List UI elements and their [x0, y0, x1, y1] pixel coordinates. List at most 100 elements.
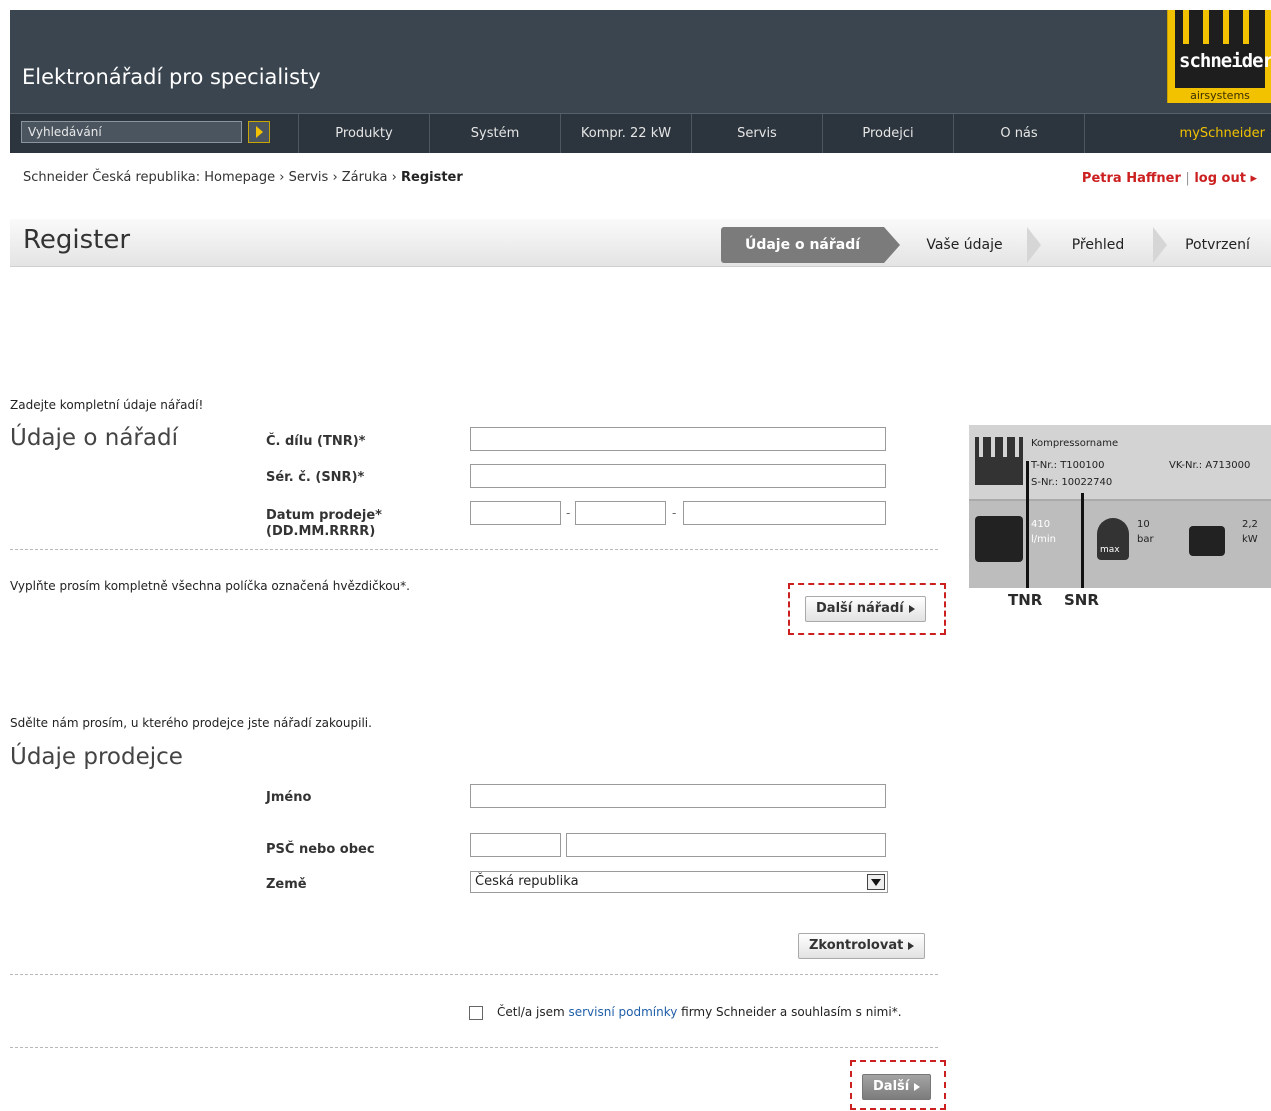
snr-input[interactable]: [470, 464, 886, 488]
plate-power-unit: kW: [1242, 534, 1258, 545]
plate-motor-icon: [1189, 526, 1225, 556]
next-button-label: Další: [873, 1079, 910, 1094]
sale-date-day-input[interactable]: [470, 501, 561, 525]
date-separator: -: [672, 506, 677, 520]
breadcrumb-link-homepage[interactable]: Homepage: [204, 170, 275, 185]
dealer-country-label: Země: [266, 877, 307, 892]
step-prehled: Přehled: [1071, 237, 1125, 253]
next-button[interactable]: Další: [862, 1074, 932, 1100]
arrow-right-icon: [908, 604, 915, 613]
divider: [10, 1047, 938, 1048]
site-tagline: Elektronářadí pro specialisty: [22, 65, 321, 89]
step-udaje-o-naradi: Údaje o nářadí: [721, 227, 884, 263]
dealer-hint: Sdělte nám prosím, u kterého prodejce js…: [10, 716, 372, 730]
breadcrumb-link-zaruka[interactable]: Záruka: [342, 170, 388, 185]
logo-mark: schneider: [1175, 10, 1271, 88]
plate-pressure-unit: bar: [1137, 534, 1154, 545]
next-tool-button-label: Další nářadí: [816, 601, 904, 616]
nav-item-system[interactable]: Systém: [429, 114, 560, 153]
tool-hint: Zadejte kompletní údaje nářadí!: [10, 398, 204, 412]
search-submit-arrow-icon[interactable]: [248, 121, 270, 143]
terms-link[interactable]: servisní podmínky: [568, 1005, 677, 1019]
terms-text-after: firmy Schneider a souhlasím s nimi*.: [677, 1005, 902, 1019]
user-menu: Petra Haffner | log out ▸: [1082, 171, 1257, 186]
sale-date-label-line1: Datum prodeje*: [266, 508, 382, 523]
next-tool-button[interactable]: Další nářadí: [805, 596, 926, 622]
terms-text-before: Četl/a jsem: [497, 1005, 569, 1019]
dealer-name-input[interactable]: [470, 784, 886, 808]
breadcrumb-current: Register: [401, 170, 463, 185]
check-button-label: Zkontrolovat: [809, 938, 904, 953]
tnr-input[interactable]: [470, 427, 886, 451]
arrow-right-icon: [908, 941, 915, 950]
tnr-tag: TNR: [1008, 591, 1043, 609]
nav-item-o-nas[interactable]: O nás: [953, 114, 1084, 153]
dealer-city-input[interactable]: [566, 833, 886, 857]
plate-pressure: 10: [1137, 519, 1150, 530]
breadcrumb-separator: ›: [332, 170, 338, 185]
search-input[interactable]: Vyhledávání: [21, 121, 242, 143]
sale-date-label-line2: (DD.MM.RRRR): [266, 524, 376, 539]
plate-tnr-pointer: [1026, 461, 1029, 588]
plate-snr: S-Nr.: 10022740: [1031, 477, 1113, 488]
breadcrumb-link-servis[interactable]: Servis: [289, 170, 329, 185]
plate-logo-icon: [975, 437, 1023, 485]
arrow-right-icon: [914, 1082, 921, 1091]
schneider-logo[interactable]: schneider airsystems: [1167, 10, 1271, 103]
dealer-country-select[interactable]: Česká republika: [470, 871, 888, 893]
dealer-country-value: Česká republika: [475, 874, 579, 889]
tnr-label: Č. dílu (TNR)*: [266, 434, 366, 449]
divider: [10, 974, 938, 975]
dealer-section-title: Údaje prodejce: [10, 744, 183, 770]
snr-label: Sér. č. (SNR)*: [266, 470, 365, 485]
nav-item-servis[interactable]: Servis: [691, 114, 822, 153]
nav-item-prodejci[interactable]: Prodejci: [822, 114, 953, 153]
sale-date-year-input[interactable]: [683, 501, 886, 525]
plate-vk: VK-Nr.: A713000: [1169, 460, 1251, 471]
nav-item-produkty[interactable]: Produkty: [298, 114, 429, 153]
plate-flow: 410: [1031, 519, 1051, 530]
terms-checkbox[interactable]: [469, 1006, 483, 1020]
main-navigation: Vyhledávání Produkty Systém Kompr. 22 kW…: [10, 113, 1271, 153]
tool-section-title: Údaje o nářadí: [10, 425, 178, 451]
required-note: Vyplňte prosím kompletně všechna políčka…: [10, 579, 410, 593]
nav-item-kompr[interactable]: Kompr. 22 kW: [560, 114, 691, 153]
plate-top-panel: Kompressorname T-Nr.: T100100 S-Nr.: 100…: [969, 425, 1271, 501]
user-separator: |: [1185, 171, 1190, 186]
breadcrumb-prefix: Schneider Česká republika:: [23, 170, 205, 185]
step-vase-udaje: Vaše údaje: [926, 237, 1003, 253]
plate-flow-unit: l/min: [1031, 534, 1057, 545]
terms-text: Četl/a jsem servisní podmínky firmy Schn…: [497, 1004, 929, 1021]
nav-item-myschneider[interactable]: mySchneider: [1084, 114, 1271, 153]
plate-power: 2,2: [1242, 519, 1258, 530]
plate-compressor-icon: [975, 516, 1023, 562]
check-button[interactable]: Zkontrolovat: [798, 933, 926, 959]
step-arrow-icon: [1153, 227, 1167, 263]
logo-subtitle: airsystems: [1190, 89, 1250, 102]
plate-snr-pointer: [1081, 493, 1084, 588]
snr-tag: SNR: [1064, 591, 1099, 609]
dealer-zip-label: PSČ nebo obec: [266, 842, 375, 857]
breadcrumb: Schneider Česká republika: Homepage › Se…: [23, 170, 463, 185]
plate-compressor-name: Kompressorname: [1031, 438, 1119, 449]
register-header-bar: Register Údaje o nářadí Vaše údaje Přehl…: [10, 219, 1271, 267]
breadcrumb-separator: ›: [391, 170, 397, 185]
chevron-down-icon[interactable]: [867, 874, 885, 890]
plate-tnr: T-Nr.: T100100: [1031, 460, 1105, 471]
site-header: Elektronářadí pro specialisty schneider …: [10, 10, 1271, 153]
sale-date-label: Datum prodeje* (DD.MM.RRRR): [266, 508, 382, 540]
sale-date-month-input[interactable]: [575, 501, 666, 525]
logo-wordmark: schneider: [1179, 50, 1271, 72]
divider: [10, 549, 938, 550]
type-plate-image: Kompressorname T-Nr.: T100100 S-Nr.: 100…: [969, 425, 1271, 588]
step-arrow-icon: [884, 227, 900, 263]
user-name-link[interactable]: Petra Haffner: [1082, 171, 1181, 186]
logo-bars-icon: [1183, 10, 1257, 44]
logout-link[interactable]: log out: [1194, 171, 1246, 186]
plate-logo-bars-icon: [979, 437, 1019, 457]
step-arrow-icon: [1027, 227, 1041, 263]
breadcrumb-separator: ›: [279, 170, 285, 185]
dealer-zip-input[interactable]: [470, 833, 561, 857]
page-title: Register: [23, 225, 131, 255]
date-separator: -: [566, 506, 571, 520]
